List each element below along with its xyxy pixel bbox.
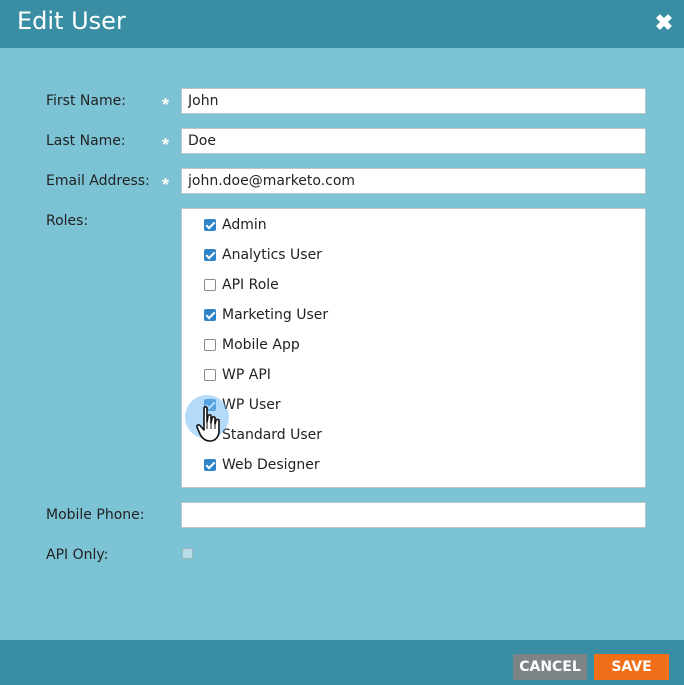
dialog-title: Edit User — [17, 7, 126, 35]
role-checkbox-analytics-user[interactable] — [204, 249, 216, 261]
email-field[interactable] — [181, 168, 646, 194]
required-asterisk-icon: * — [162, 95, 170, 115]
role-label: Marketing User — [222, 307, 329, 323]
required-asterisk-icon: * — [162, 175, 170, 195]
role-item-web-designer[interactable]: Web Designer — [204, 455, 320, 475]
last-name-field[interactable] — [181, 128, 646, 154]
role-label: WP User — [222, 397, 281, 413]
role-label: WP API — [222, 367, 271, 383]
role-checkbox-wp-api[interactable] — [204, 369, 216, 381]
role-label: API Role — [222, 277, 279, 293]
close-icon[interactable]: ✖ — [652, 11, 676, 35]
api-only-label: API Only: — [46, 547, 109, 563]
save-button[interactable]: SAVE — [594, 654, 669, 680]
cancel-button[interactable]: CANCEL — [513, 654, 587, 680]
role-item-api-role[interactable]: API Role — [204, 275, 279, 295]
role-label: Standard User — [222, 427, 323, 443]
first-name-field[interactable] — [181, 88, 646, 114]
api-only-checkbox[interactable] — [182, 548, 193, 559]
first-name-label: First Name: — [46, 93, 126, 109]
required-asterisk-icon: * — [162, 135, 170, 155]
roles-list: Admin Analytics User API Role Marketing … — [181, 208, 646, 488]
dialog-header: Edit User ✖ — [0, 0, 684, 48]
role-item-marketing-user[interactable]: Marketing User — [204, 305, 328, 325]
role-checkbox-web-designer[interactable] — [204, 459, 216, 471]
roles-label: Roles: — [46, 213, 89, 229]
role-checkbox-mobile-app[interactable] — [204, 339, 216, 351]
role-label: Analytics User — [222, 247, 322, 263]
role-label: Admin — [222, 217, 267, 233]
hand-cursor-icon — [196, 406, 220, 442]
email-address-label: Email Address: — [46, 173, 150, 189]
role-label: Web Designer — [222, 457, 320, 473]
role-item-admin[interactable]: Admin — [204, 215, 267, 235]
mobile-phone-field[interactable] — [181, 502, 646, 528]
role-checkbox-admin[interactable] — [204, 219, 216, 231]
role-item-wp-api[interactable]: WP API — [204, 365, 271, 385]
role-item-analytics-user[interactable]: Analytics User — [204, 245, 322, 265]
role-checkbox-marketing-user[interactable] — [204, 309, 216, 321]
role-checkbox-api-role[interactable] — [204, 279, 216, 291]
mobile-phone-label: Mobile Phone: — [46, 507, 145, 523]
role-label: Mobile App — [222, 337, 300, 353]
role-item-mobile-app[interactable]: Mobile App — [204, 335, 300, 355]
last-name-label: Last Name: — [46, 133, 126, 149]
